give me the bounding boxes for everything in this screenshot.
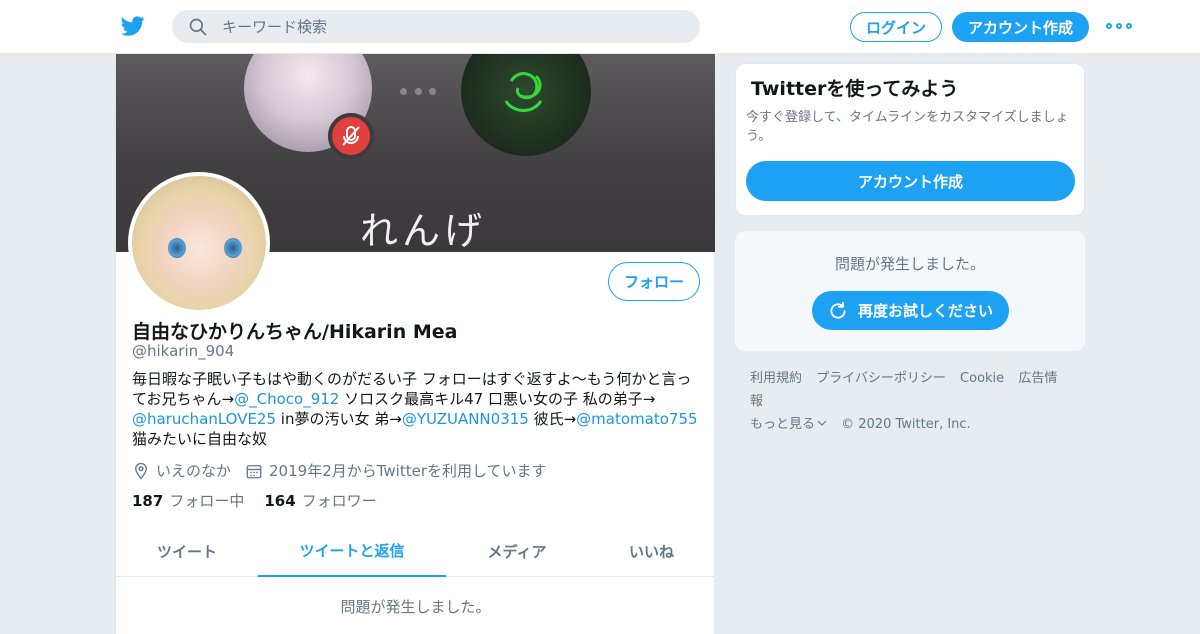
tab-media[interactable]: メディア <box>446 526 588 577</box>
footer-link-more[interactable]: もっと見る <box>750 417 827 432</box>
footer-more-label: もっと見る <box>750 417 816 432</box>
mic-muted-icon <box>328 113 374 159</box>
avatar[interactable] <box>128 172 270 314</box>
mention-link[interactable]: @YUZUANN0315 <box>402 410 529 428</box>
tab-tweets[interactable]: ツイート <box>116 526 258 577</box>
error-message: 問題が発生しました。 <box>834 255 985 273</box>
tab-tweets-replies[interactable]: ツイートと返信 <box>258 526 446 577</box>
bio-text: 猫みたいに自由な奴 <box>132 430 268 448</box>
joined-date: 2019年2月からTwitterを利用しています <box>269 462 547 480</box>
retry-label: 再度お試しください <box>857 302 993 320</box>
signup-card-description: 今すぐ登録して、タイムラインをカスタマイズしましょう。 <box>746 110 1069 144</box>
following-count: 187 <box>132 492 164 510</box>
banner-logo-image <box>461 54 591 156</box>
signup-card-title: Twitterを使ってみよう <box>751 78 959 100</box>
twitter-bird-icon[interactable] <box>120 14 146 38</box>
profile-meta: いえのなか 2019年2月からTwitterを利用しています <box>132 460 547 481</box>
login-button[interactable]: ログイン <box>850 12 942 42</box>
feed-error-message: 問題が発生しました。 <box>340 598 491 616</box>
create-account-button[interactable]: アカウント作成 <box>746 161 1075 201</box>
retry-button[interactable]: 再度お試しください <box>812 291 1009 330</box>
calendar-icon <box>246 464 262 478</box>
more-dots-icon[interactable] <box>1106 19 1132 33</box>
follow-button[interactable]: フォロー <box>608 262 700 301</box>
footer-link-terms[interactable]: 利用規約 <box>750 371 802 386</box>
bio-text: ソロスク最高キル47 口悪い女の子 私の弟子→ <box>339 390 656 408</box>
footer-link-cookie[interactable]: Cookie <box>960 371 1004 386</box>
error-card: 問題が発生しました。 再度お試しください <box>735 231 1085 351</box>
footer-link-privacy[interactable]: プライバシーポリシー <box>816 371 946 386</box>
user-handle: @hikarin_904 <box>132 342 235 360</box>
location-icon <box>135 462 147 480</box>
followers-label: フォロワー <box>301 492 377 510</box>
chevron-down-icon <box>817 420 827 426</box>
bio-text: in夢の汚い女 弟→ <box>276 410 402 428</box>
mention-link[interactable]: @_Choco_912 <box>234 390 339 408</box>
profile-card: れんげ フォロー 自由なひかりんちゃん/Hikarin Mea @hikarin… <box>115 54 715 634</box>
profile-tabs: ツイート ツイートと返信 メディア いいね <box>116 526 715 577</box>
followers-count: 164 <box>264 492 296 510</box>
banner-dots <box>400 88 436 96</box>
mention-link[interactable]: @haruchanLOVE25 <box>132 410 276 428</box>
profile-bio: 毎日暇な子眠い子もはや動くのがだるい子 フォローはすぐ返すよ〜もう何かと言ってお… <box>132 369 702 449</box>
follow-stats: 187 フォロー中 164 フォロワー <box>132 490 377 511</box>
top-bar: ログイン アカウント作成 <box>0 0 1200 54</box>
copyright: © 2020 Twitter, Inc. <box>841 417 971 432</box>
tab-likes[interactable]: いいね <box>588 526 715 577</box>
signup-button[interactable]: アカウント作成 <box>952 12 1089 42</box>
search-input[interactable] <box>222 10 682 43</box>
refresh-icon <box>830 301 846 319</box>
following-stat[interactable]: 187 フォロー中 <box>132 490 244 511</box>
banner-text-art: れんげ <box>360 209 487 252</box>
following-label: フォロー中 <box>169 492 245 510</box>
search-bar <box>172 10 700 43</box>
signup-card: Twitterを使ってみよう 今すぐ登録して、タイムラインをカスタマイズしましょ… <box>735 63 1085 216</box>
followers-stat[interactable]: 164 フォロワー <box>264 490 376 511</box>
mention-link[interactable]: @matomato755 <box>576 410 697 428</box>
location-text: いえのなか <box>156 462 232 480</box>
search-icon <box>189 18 207 36</box>
footer: 利用規約 プライバシーポリシー Cookie 広告情報 もっと見る © 2020… <box>750 367 1070 436</box>
bio-text: 彼氏→ <box>528 410 577 428</box>
display-name: 自由なひかりんちゃん/Hikarin Mea <box>132 321 458 343</box>
